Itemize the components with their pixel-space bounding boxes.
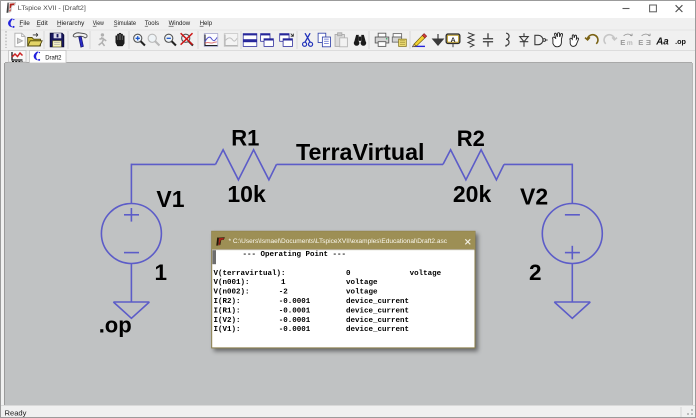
svg-text:voltage: voltage bbox=[346, 289, 378, 297]
svg-text:voltage: voltage bbox=[346, 279, 378, 287]
svg-text:V2: V2 bbox=[520, 184, 548, 210]
svg-text:R1: R1 bbox=[231, 126, 259, 151]
svg-text:* C:\Users\Ismael\Documents\LT: * C:\Users\Ismael\Documents\LTspiceXVII\… bbox=[229, 238, 448, 245]
svg-text:E: E bbox=[638, 38, 643, 47]
svg-text:I(R2):: I(R2): bbox=[214, 298, 241, 306]
svg-text:V(terravirtual):: V(terravirtual): bbox=[214, 270, 286, 278]
svg-text:Aa: Aa bbox=[655, 36, 669, 47]
svg-text:V1: V1 bbox=[156, 186, 184, 212]
svg-text:--- Operating Point ---: --- Operating Point --- bbox=[243, 251, 347, 259]
svg-text:I(R1):: I(R1): bbox=[214, 307, 241, 315]
svg-text:-2: -2 bbox=[279, 289, 289, 297]
svg-text:Hierarchy: Hierarchy bbox=[57, 20, 85, 27]
svg-text:E: E bbox=[646, 38, 651, 47]
svg-text:device_current: device_current bbox=[346, 307, 409, 315]
svg-text:2: 2 bbox=[529, 260, 542, 285]
svg-text:-0.0001: -0.0001 bbox=[279, 317, 311, 325]
svg-text:device_current: device_current bbox=[346, 298, 409, 306]
svg-text:m: m bbox=[627, 40, 633, 47]
svg-text:1: 1 bbox=[281, 279, 286, 287]
svg-text:V(n001):: V(n001): bbox=[214, 279, 250, 287]
svg-text:LTspice XVII - [Draft2]: LTspice XVII - [Draft2] bbox=[18, 5, 86, 12]
svg-text:0: 0 bbox=[346, 270, 351, 278]
svg-text:device_current: device_current bbox=[346, 326, 409, 334]
svg-text:Draft2: Draft2 bbox=[45, 54, 62, 61]
svg-text:20k: 20k bbox=[453, 181, 492, 207]
svg-text:A: A bbox=[451, 37, 456, 44]
svg-text:-0.0001: -0.0001 bbox=[279, 307, 311, 315]
svg-text:I(V1):: I(V1): bbox=[214, 326, 241, 334]
svg-text:voltage: voltage bbox=[410, 270, 442, 278]
svg-text:TerraVirtual: TerraVirtual bbox=[296, 139, 425, 165]
svg-text:.op: .op bbox=[99, 312, 132, 337]
svg-text:-0.0001: -0.0001 bbox=[279, 326, 311, 334]
svg-text:device_current: device_current bbox=[346, 317, 409, 325]
svg-text:-0.0001: -0.0001 bbox=[279, 298, 311, 306]
svg-text:Ready: Ready bbox=[5, 409, 27, 418]
svg-text:10k: 10k bbox=[227, 181, 266, 207]
svg-text:1: 1 bbox=[155, 260, 168, 285]
svg-text:Simulate: Simulate bbox=[114, 20, 137, 27]
svg-text:R2: R2 bbox=[457, 126, 485, 151]
svg-text:.op: .op bbox=[675, 37, 686, 46]
svg-text:E: E bbox=[620, 38, 625, 47]
svg-text:V(n002):: V(n002): bbox=[214, 289, 250, 297]
svg-text:I(V2):: I(V2): bbox=[214, 317, 241, 325]
